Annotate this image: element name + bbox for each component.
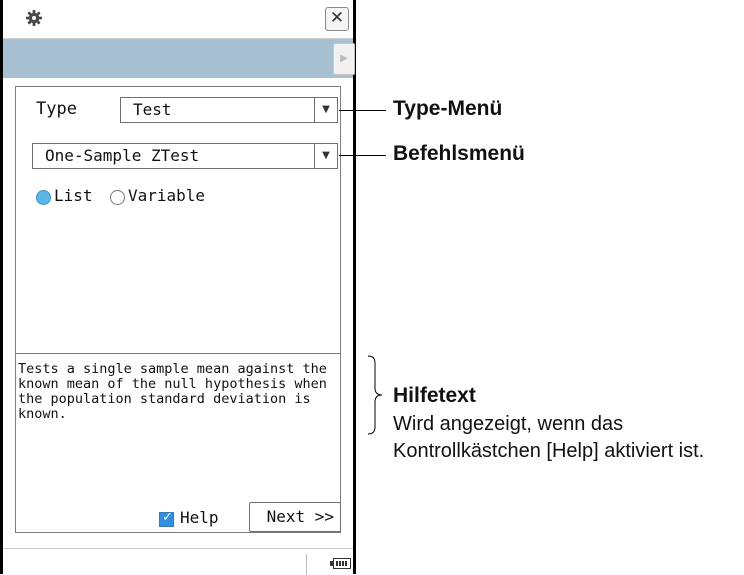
- battery-icon: [330, 558, 351, 569]
- radio-list[interactable]: [36, 190, 51, 205]
- check-icon: ✓: [162, 510, 173, 525]
- status-separator: [306, 554, 307, 575]
- status-bar: [3, 548, 353, 575]
- type-menu-leader-line: [339, 110, 386, 111]
- toolbar-scroll-right-button[interactable]: ▶: [333, 43, 355, 75]
- radio-variable-label[interactable]: Variable: [128, 186, 205, 205]
- close-icon[interactable]: ✕: [325, 7, 349, 31]
- command-menu-annotation: Befehlsmenü: [393, 142, 525, 165]
- help-checkbox-label[interactable]: Help: [180, 508, 219, 527]
- help-divider: [16, 353, 340, 354]
- type-menu-annotation: Type-Menü: [393, 97, 503, 120]
- gear-icon[interactable]: [25, 9, 43, 27]
- radio-list-label[interactable]: List: [54, 186, 93, 205]
- help-text-bracket: [367, 355, 383, 435]
- type-menu-dropdown[interactable]: Test ▼: [120, 97, 338, 123]
- next-button[interactable]: Next >>: [249, 502, 341, 532]
- help-text: Tests a single sample mean against the k…: [18, 361, 327, 422]
- type-label: Type: [36, 99, 77, 119]
- frame-right-border: [353, 0, 356, 574]
- help-checkbox[interactable]: ✓: [159, 510, 174, 527]
- type-menu-value: Test: [133, 100, 172, 119]
- help-text-annotation-title: Hilfetext: [393, 384, 476, 407]
- radio-variable[interactable]: [110, 190, 125, 205]
- command-menu-value: One-Sample ZTest: [45, 146, 200, 165]
- title-bar: ✕: [3, 0, 353, 39]
- frame-left-border: [0, 0, 3, 574]
- help-text-annotation-body: Wird angezeigt, wenn das Kontrollkästche…: [393, 413, 705, 462]
- command-menu-leader-line: [339, 155, 386, 156]
- wizard-panel: Type Test ▼ One-Sample ZTest ▼ List Vari…: [15, 86, 341, 533]
- toolbar: ▶: [3, 39, 355, 78]
- chevron-down-icon[interactable]: ▼: [314, 98, 337, 122]
- calculator-screen: ✕ ▶ Type Test ▼ One-Sample ZTest ▼ List …: [0, 0, 356, 575]
- chevron-down-icon[interactable]: ▼: [314, 144, 337, 168]
- command-menu-dropdown[interactable]: One-Sample ZTest ▼: [32, 143, 338, 169]
